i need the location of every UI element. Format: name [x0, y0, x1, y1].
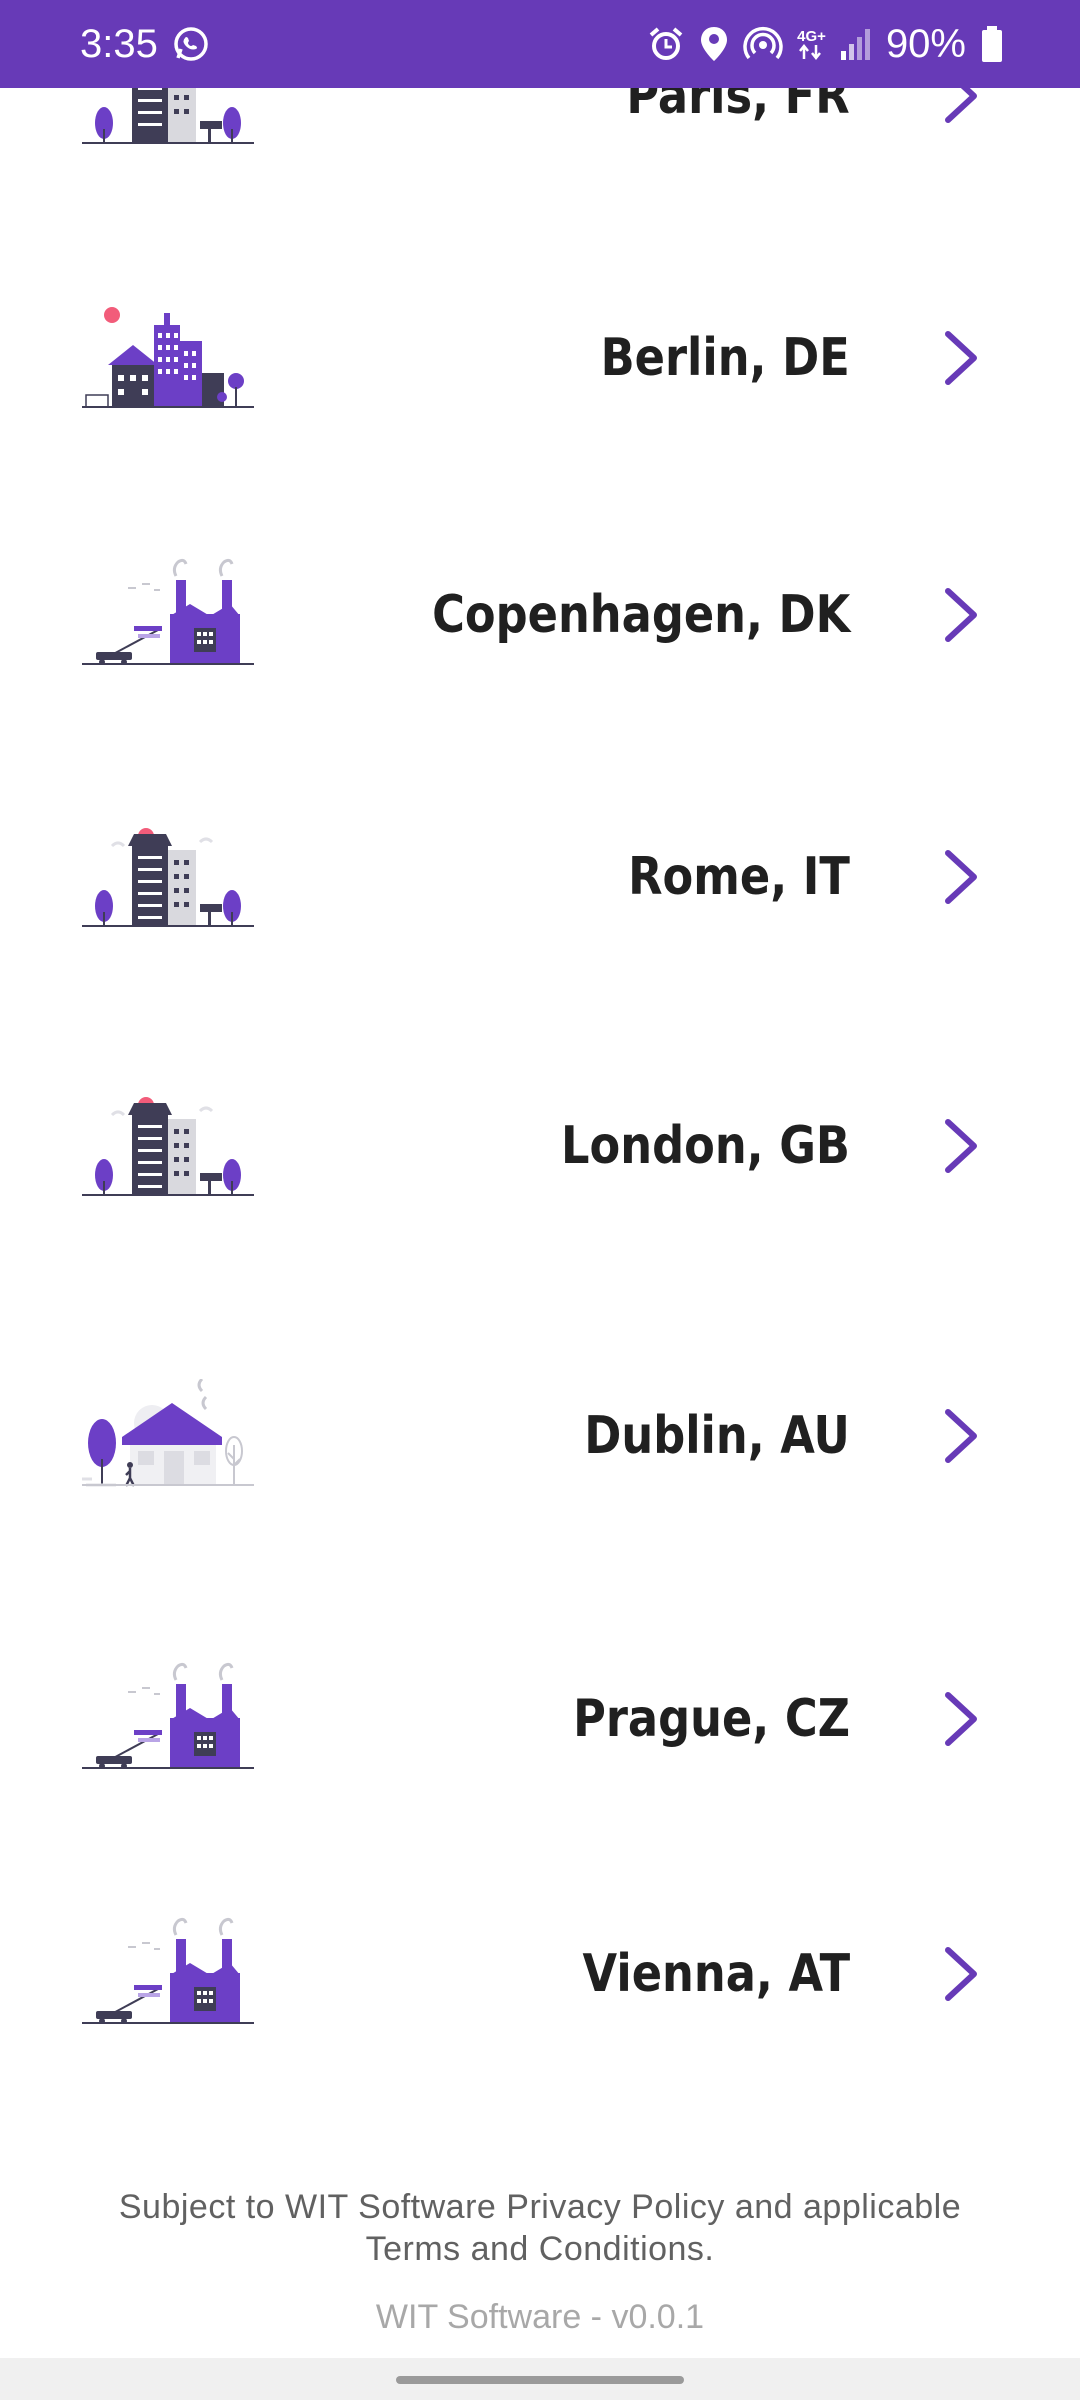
chevron-right-icon[interactable]: [940, 1689, 984, 1749]
legal-notice[interactable]: Subject to WIT Software Privacy Policy a…: [0, 2186, 1080, 2270]
home-gesture-handle[interactable]: [396, 2376, 684, 2384]
app-version: WIT Software - v0.0.1: [375, 2298, 705, 2336]
location-icon: [699, 25, 729, 63]
whatsapp-icon: [172, 25, 210, 63]
legal-line-2: Terms and Conditions.: [365, 2230, 715, 2268]
city-item-rome[interactable]: Rome, IT: [0, 802, 1080, 952]
city-item-vienna[interactable]: Vienna, AT: [0, 1899, 1080, 2049]
network-4g-icon: 4G+: [797, 29, 826, 60]
chevron-right-icon[interactable]: [940, 847, 984, 907]
signal-icon: [840, 27, 872, 61]
city-name: Copenhagen, DK: [431, 585, 850, 645]
city-item-london[interactable]: London, GB: [0, 1071, 1080, 1221]
gesture-navigation-bar: [0, 2358, 1080, 2400]
chevron-right-icon[interactable]: [940, 1116, 984, 1176]
city-building-illustration: [82, 828, 254, 927]
chevron-right-icon[interactable]: [940, 585, 984, 645]
city-item-berlin[interactable]: Berlin, DE: [0, 283, 1080, 433]
city-name: London, GB: [561, 1116, 850, 1176]
status-bar: 3:35 4G+ 90%: [0, 0, 1080, 88]
legal-line-1: Subject to WIT Software Privacy Policy a…: [118, 2188, 962, 2226]
house-illustration: [82, 1379, 254, 1487]
city-name: Dublin, AU: [584, 1406, 850, 1466]
city-name: Rome, IT: [628, 847, 850, 907]
city-building-illustration: [82, 1097, 254, 1196]
factory-illustration: [82, 558, 254, 665]
alarm-icon: [647, 25, 685, 63]
factory-illustration: [82, 1917, 254, 2024]
city-skyline-illustration: [82, 307, 254, 408]
city-item-prague[interactable]: Prague, CZ: [0, 1644, 1080, 1794]
battery-percent: 90%: [885, 21, 966, 66]
chevron-right-icon[interactable]: [940, 328, 984, 388]
city-name: Prague, CZ: [572, 1689, 850, 1749]
chevron-right-icon[interactable]: [940, 1944, 984, 2004]
chevron-right-icon[interactable]: [940, 1406, 984, 1466]
battery-icon: [980, 25, 1004, 63]
city-item-dublin[interactable]: Dublin, AU: [0, 1361, 1080, 1511]
city-name: Berlin, DE: [600, 328, 850, 388]
city-name: Vienna, AT: [582, 1944, 850, 2004]
city-list[interactable]: Paris, FR Berlin, DE Copenhagen, DK Rome…: [0, 0, 1080, 2100]
hotspot-icon: [743, 25, 783, 63]
city-item-copenhagen[interactable]: Copenhagen, DK: [0, 540, 1080, 690]
factory-illustration: [82, 1662, 254, 1769]
clock: 3:35: [80, 21, 158, 66]
